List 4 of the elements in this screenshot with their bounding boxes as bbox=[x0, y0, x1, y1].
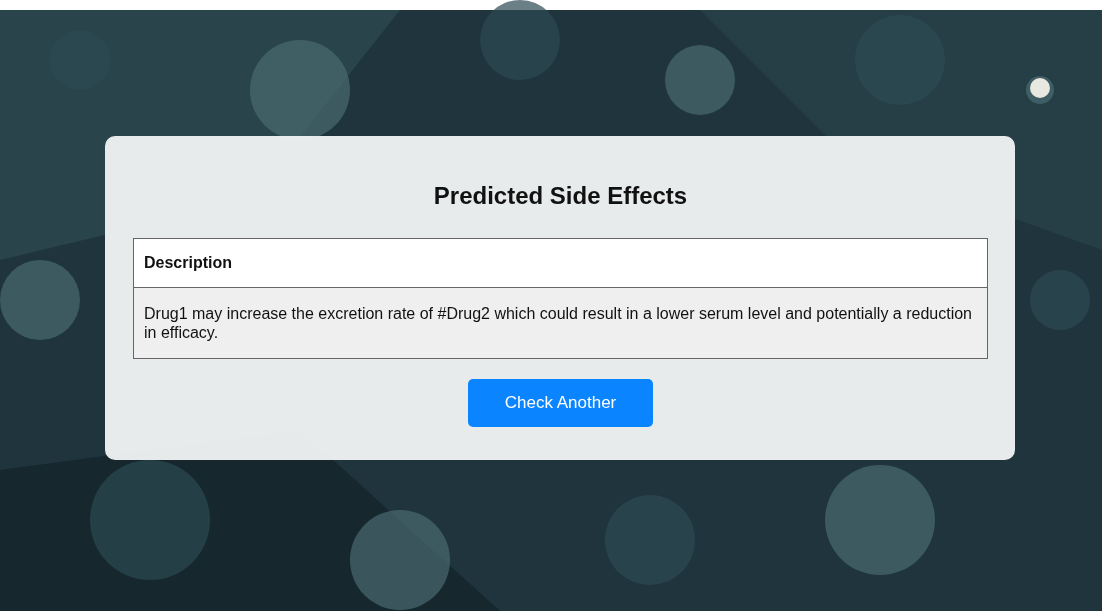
table-cell: Drug1 may increase the excretion rate of #Drug2 which could result in a lower serum level and potentially a reduction in efficacy. bbox=[133, 287, 988, 359]
column-header: Description bbox=[133, 238, 988, 288]
card-title: Predicted Side Effects bbox=[433, 182, 688, 210]
check-another-button[interactable]: Check Another bbox=[468, 379, 653, 427]
